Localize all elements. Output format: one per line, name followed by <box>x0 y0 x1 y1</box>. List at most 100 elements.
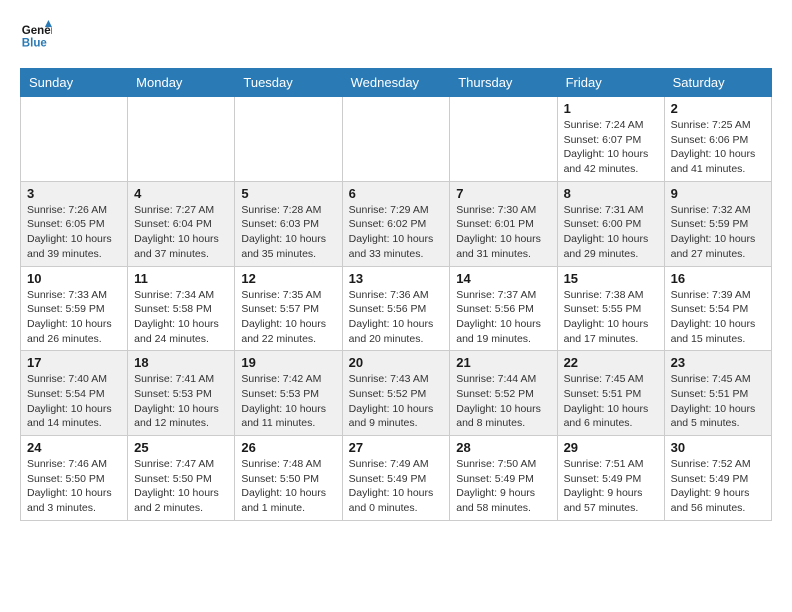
day-cell: 4 Sunrise: 7:27 AM Sunset: 6:04 PM Daylig… <box>128 181 235 266</box>
weekday-saturday: Saturday <box>664 69 771 97</box>
day-number: 18 <box>134 355 228 370</box>
day-number: 19 <box>241 355 335 370</box>
day-info: Sunrise: 7:49 AM Sunset: 5:49 PM Dayligh… <box>349 457 444 516</box>
day-number: 3 <box>27 186 121 201</box>
day-cell: 29 Sunrise: 7:51 AM Sunset: 5:49 PM Dayli… <box>557 436 664 521</box>
day-number: 7 <box>456 186 550 201</box>
week-row-3: 10Sunrise: 7:33 AM Sunset: 5:59 PM Dayli… <box>21 266 772 351</box>
day-cell: 14 Sunrise: 7:37 AM Sunset: 5:56 PM Dayli… <box>450 266 557 351</box>
day-number: 28 <box>456 440 550 455</box>
weekday-thursday: Thursday <box>450 69 557 97</box>
day-cell <box>21 97 128 182</box>
day-number: 21 <box>456 355 550 370</box>
day-info: Sunrise: 7:52 AM Sunset: 5:49 PM Dayligh… <box>671 457 765 516</box>
weekday-tuesday: Tuesday <box>235 69 342 97</box>
day-info: Sunrise: 7:28 AM Sunset: 6:03 PM Dayligh… <box>241 203 335 262</box>
day-number: 25 <box>134 440 228 455</box>
day-cell: 25 Sunrise: 7:47 AM Sunset: 5:50 PM Dayli… <box>128 436 235 521</box>
day-info: Sunrise: 7:24 AM Sunset: 6:07 PM Dayligh… <box>564 118 658 177</box>
day-cell: 5Sunrise: 7:28 AM Sunset: 6:03 PM Daylig… <box>235 181 342 266</box>
day-number: 29 <box>564 440 658 455</box>
day-number: 12 <box>241 271 335 286</box>
day-cell <box>235 97 342 182</box>
page-header: General Blue <box>20 20 772 52</box>
weekday-friday: Friday <box>557 69 664 97</box>
day-info: Sunrise: 7:38 AM Sunset: 5:55 PM Dayligh… <box>564 288 658 347</box>
day-number: 9 <box>671 186 765 201</box>
day-number: 20 <box>349 355 444 370</box>
day-cell: 11 Sunrise: 7:34 AM Sunset: 5:58 PM Dayli… <box>128 266 235 351</box>
day-info: Sunrise: 7:41 AM Sunset: 5:53 PM Dayligh… <box>134 372 228 431</box>
week-row-5: 24 Sunrise: 7:46 AM Sunset: 5:50 PM Dayli… <box>21 436 772 521</box>
day-cell: 17 Sunrise: 7:40 AM Sunset: 5:54 PM Dayli… <box>21 351 128 436</box>
day-info: Sunrise: 7:46 AM Sunset: 5:50 PM Dayligh… <box>27 457 121 516</box>
day-info: Sunrise: 7:36 AM Sunset: 5:56 PM Dayligh… <box>349 288 444 347</box>
day-number: 13 <box>349 271 444 286</box>
day-cell: 9Sunrise: 7:32 AM Sunset: 5:59 PM Daylig… <box>664 181 771 266</box>
day-info: Sunrise: 7:31 AM Sunset: 6:00 PM Dayligh… <box>564 203 658 262</box>
day-number: 6 <box>349 186 444 201</box>
day-cell: 12 Sunrise: 7:35 AM Sunset: 5:57 PM Dayli… <box>235 266 342 351</box>
day-number: 24 <box>27 440 121 455</box>
day-info: Sunrise: 7:27 AM Sunset: 6:04 PM Dayligh… <box>134 203 228 262</box>
day-number: 15 <box>564 271 658 286</box>
day-info: Sunrise: 7:34 AM Sunset: 5:58 PM Dayligh… <box>134 288 228 347</box>
day-number: 10 <box>27 271 121 286</box>
day-info: Sunrise: 7:40 AM Sunset: 5:54 PM Dayligh… <box>27 372 121 431</box>
day-info: Sunrise: 7:45 AM Sunset: 5:51 PM Dayligh… <box>564 372 658 431</box>
day-cell: 18 Sunrise: 7:41 AM Sunset: 5:53 PM Dayli… <box>128 351 235 436</box>
day-cell: 30 Sunrise: 7:52 AM Sunset: 5:49 PM Dayli… <box>664 436 771 521</box>
day-number: 17 <box>27 355 121 370</box>
calendar-body: 1 Sunrise: 7:24 AM Sunset: 6:07 PM Daylig… <box>21 97 772 521</box>
day-info: Sunrise: 7:47 AM Sunset: 5:50 PM Dayligh… <box>134 457 228 516</box>
day-number: 2 <box>671 101 765 116</box>
day-info: Sunrise: 7:30 AM Sunset: 6:01 PM Dayligh… <box>456 203 550 262</box>
day-info: Sunrise: 7:26 AM Sunset: 6:05 PM Dayligh… <box>27 203 121 262</box>
day-number: 23 <box>671 355 765 370</box>
day-number: 26 <box>241 440 335 455</box>
day-info: Sunrise: 7:43 AM Sunset: 5:52 PM Dayligh… <box>349 372 444 431</box>
day-cell: 1 Sunrise: 7:24 AM Sunset: 6:07 PM Daylig… <box>557 97 664 182</box>
day-cell: 16 Sunrise: 7:39 AM Sunset: 5:54 PM Dayli… <box>664 266 771 351</box>
day-cell: 10Sunrise: 7:33 AM Sunset: 5:59 PM Dayli… <box>21 266 128 351</box>
day-cell: 13 Sunrise: 7:36 AM Sunset: 5:56 PM Dayli… <box>342 266 450 351</box>
day-cell: 21Sunrise: 7:44 AM Sunset: 5:52 PM Dayli… <box>450 351 557 436</box>
day-info: Sunrise: 7:48 AM Sunset: 5:50 PM Dayligh… <box>241 457 335 516</box>
day-cell: 7 Sunrise: 7:30 AM Sunset: 6:01 PM Daylig… <box>450 181 557 266</box>
day-number: 14 <box>456 271 550 286</box>
day-cell <box>342 97 450 182</box>
day-cell <box>450 97 557 182</box>
day-number: 4 <box>134 186 228 201</box>
day-cell: 8 Sunrise: 7:31 AM Sunset: 6:00 PM Daylig… <box>557 181 664 266</box>
day-cell: 23Sunrise: 7:45 AM Sunset: 5:51 PM Dayli… <box>664 351 771 436</box>
logo-icon: General Blue <box>20 20 52 52</box>
weekday-wednesday: Wednesday <box>342 69 450 97</box>
day-number: 27 <box>349 440 444 455</box>
day-number: 30 <box>671 440 765 455</box>
day-cell: 6 Sunrise: 7:29 AM Sunset: 6:02 PM Daylig… <box>342 181 450 266</box>
weekday-monday: Monday <box>128 69 235 97</box>
day-number: 11 <box>134 271 228 286</box>
day-cell: 20 Sunrise: 7:43 AM Sunset: 5:52 PM Dayli… <box>342 351 450 436</box>
day-number: 16 <box>671 271 765 286</box>
day-cell: 22 Sunrise: 7:45 AM Sunset: 5:51 PM Dayli… <box>557 351 664 436</box>
day-number: 8 <box>564 186 658 201</box>
day-number: 22 <box>564 355 658 370</box>
day-cell: 24 Sunrise: 7:46 AM Sunset: 5:50 PM Dayli… <box>21 436 128 521</box>
svg-text:Blue: Blue <box>22 38 48 50</box>
day-info: Sunrise: 7:35 AM Sunset: 5:57 PM Dayligh… <box>241 288 335 347</box>
weekday-sunday: Sunday <box>21 69 128 97</box>
day-cell <box>128 97 235 182</box>
day-info: Sunrise: 7:37 AM Sunset: 5:56 PM Dayligh… <box>456 288 550 347</box>
weekday-header-row: SundayMondayTuesdayWednesdayThursdayFrid… <box>21 69 772 97</box>
day-cell: 19Sunrise: 7:42 AM Sunset: 5:53 PM Dayli… <box>235 351 342 436</box>
day-info: Sunrise: 7:50 AM Sunset: 5:49 PM Dayligh… <box>456 457 550 516</box>
day-cell: 28 Sunrise: 7:50 AM Sunset: 5:49 PM Dayli… <box>450 436 557 521</box>
day-number: 1 <box>564 101 658 116</box>
day-info: Sunrise: 7:39 AM Sunset: 5:54 PM Dayligh… <box>671 288 765 347</box>
day-cell: 15 Sunrise: 7:38 AM Sunset: 5:55 PM Dayli… <box>557 266 664 351</box>
day-info: Sunrise: 7:51 AM Sunset: 5:49 PM Dayligh… <box>564 457 658 516</box>
day-info: Sunrise: 7:29 AM Sunset: 6:02 PM Dayligh… <box>349 203 444 262</box>
day-cell: 3 Sunrise: 7:26 AM Sunset: 6:05 PM Daylig… <box>21 181 128 266</box>
week-row-2: 3 Sunrise: 7:26 AM Sunset: 6:05 PM Daylig… <box>21 181 772 266</box>
